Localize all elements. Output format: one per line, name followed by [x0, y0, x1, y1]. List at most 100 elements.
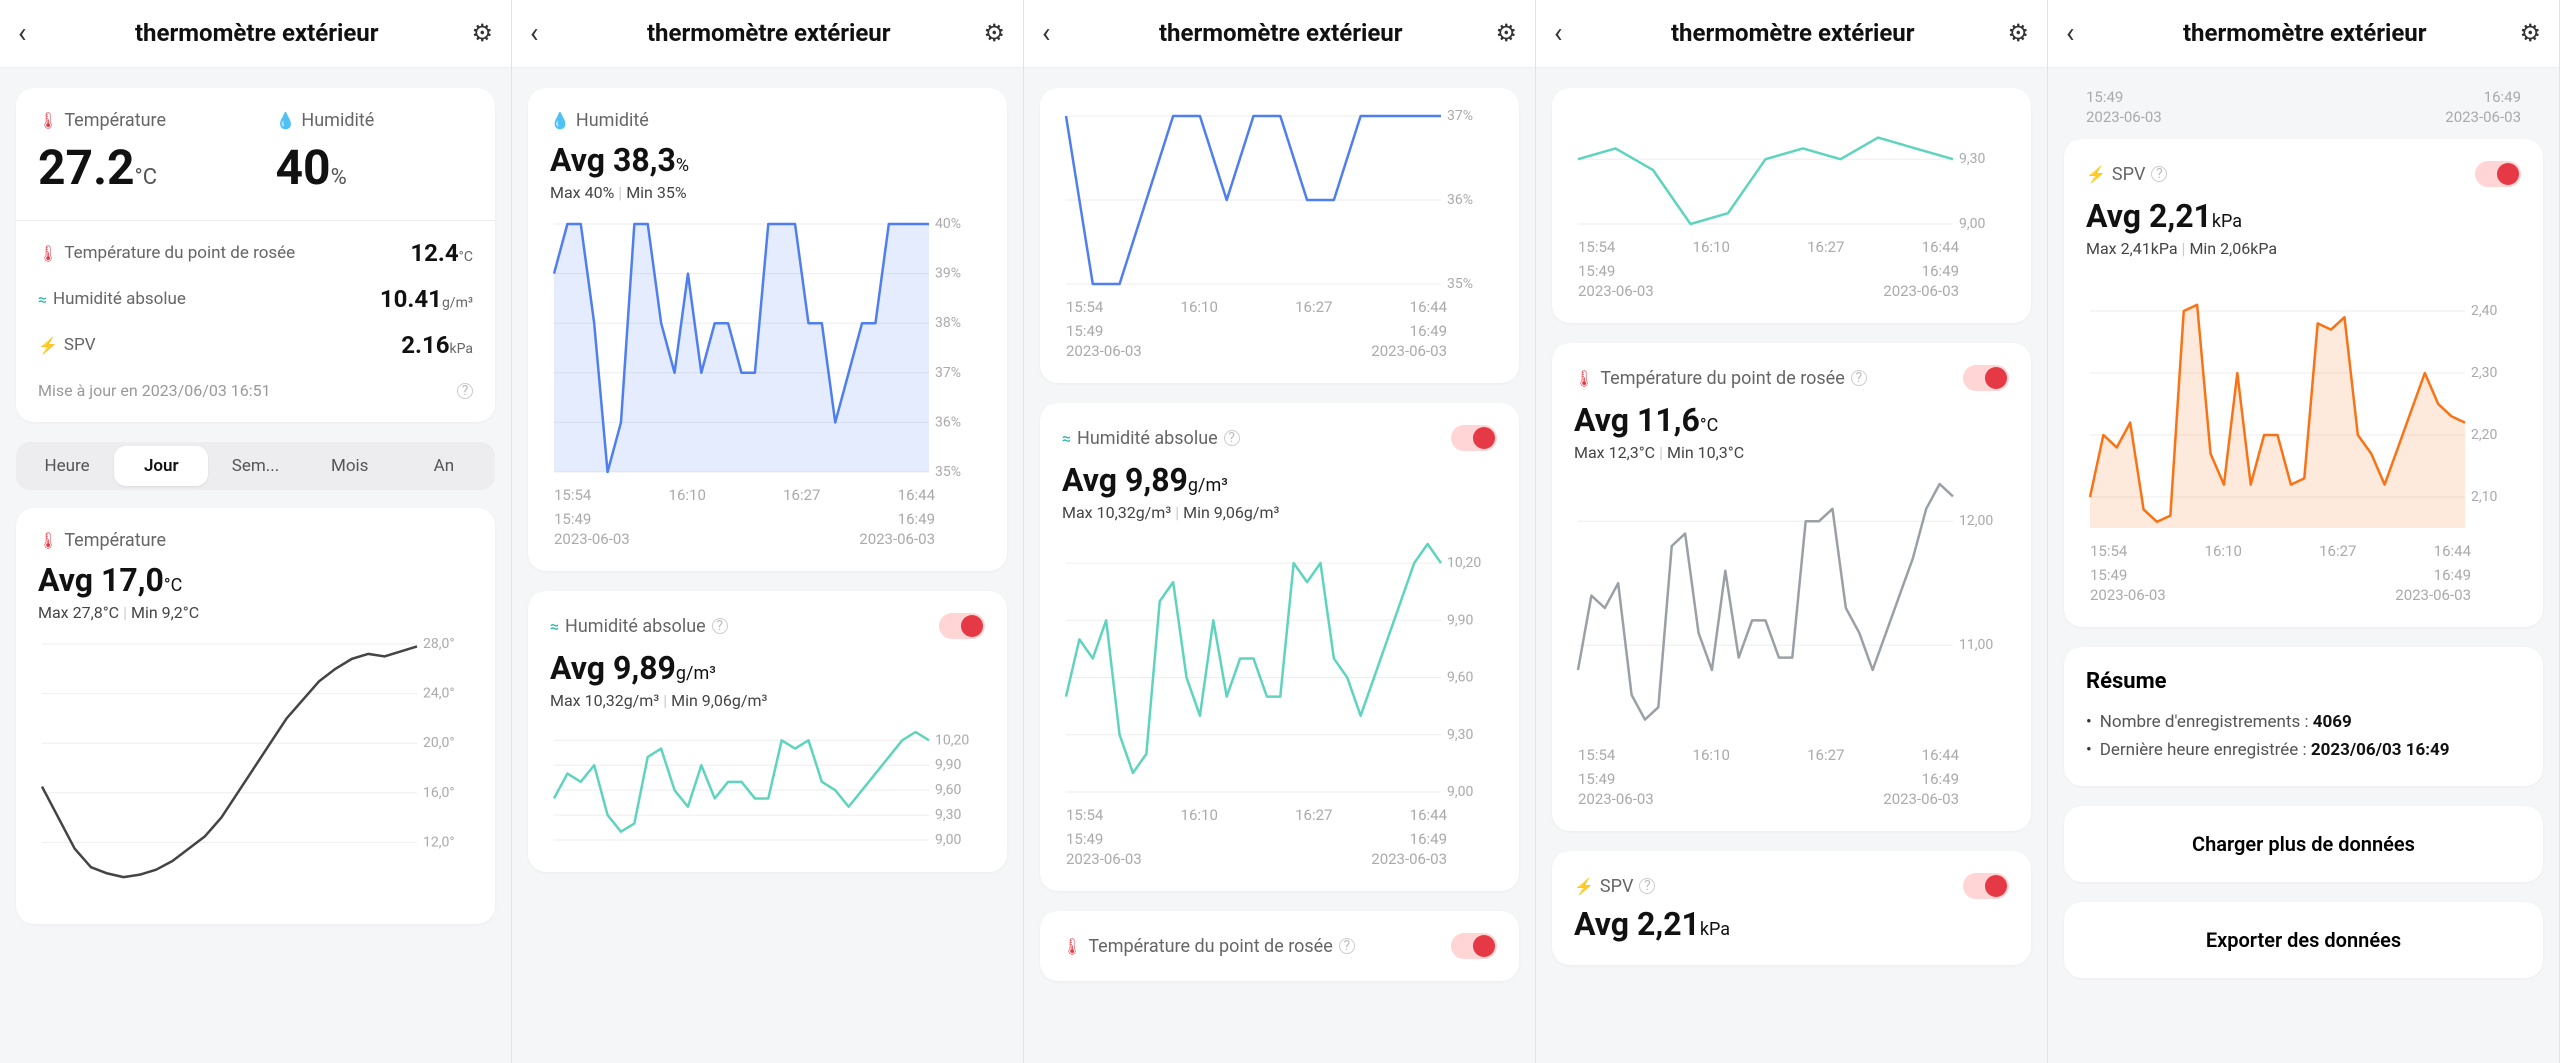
abs-humid-card: ≈Humidité absolue ? Avg 9,89g/m³ Max 10,… — [1040, 403, 1519, 891]
tab-hour[interactable]: Heure — [20, 446, 114, 486]
svg-text:37%: 37% — [1447, 110, 1473, 124]
panel-4: ‹ thermomètre extérieur ⚙ 9,309,00 15:54… — [1536, 0, 2048, 1063]
abs-humid-toggle[interactable] — [939, 613, 985, 639]
info-icon[interactable]: ? — [457, 383, 473, 399]
dewpoint-icon: 🌡 — [38, 244, 58, 263]
svg-text:12,00: 12,00 — [1959, 513, 1993, 529]
svg-text:9,30: 9,30 — [935, 807, 961, 823]
resume-last: Dernière heure enregistrée : 2023/06/03 … — [2086, 736, 2521, 764]
thermometer-icon: 🌡 — [38, 111, 58, 130]
humidity-chart: 40%39%38%37%36%35% — [550, 218, 985, 478]
spv-card-head: ⚡SPV ? Avg 2,21kPa — [1552, 851, 2031, 965]
abs-humid-chart-partial: 10,209,909,609,309,00 — [550, 726, 985, 846]
svg-text:16,0°: 16,0° — [423, 785, 455, 801]
svg-text:9,60: 9,60 — [1447, 670, 1473, 686]
page-title: thermomètre extérieur — [42, 19, 471, 47]
settings-icon[interactable]: ⚙ — [2519, 19, 2541, 47]
svg-text:37%: 37% — [935, 365, 961, 381]
tiny-teal-chart: 9,309,00 — [1574, 110, 2009, 230]
panel-5: ‹ thermomètre extérieur ⚙ 15:492023-06-0… — [2048, 0, 2560, 1063]
spv-card: ⚡SPV ? Avg 2,21kPa Max 2,41kPa|Min 2,06k… — [2064, 139, 2543, 627]
settings-icon[interactable]: ⚙ — [2007, 19, 2029, 47]
dew-card-head: 🌡Température du point de rosée ? — [1040, 911, 1519, 981]
abs-humid-toggle[interactable] — [1451, 425, 1497, 451]
tab-day[interactable]: Jour — [114, 446, 208, 486]
spv-toggle[interactable] — [1963, 873, 2009, 899]
info-icon[interactable]: ? — [1851, 370, 1867, 386]
svg-text:11,00: 11,00 — [1959, 637, 1993, 653]
range-tabs: Heure Jour Sem... Mois An — [16, 442, 495, 490]
panel-2: ‹ thermomètre extérieur ⚙ 💧Humidité Avg … — [512, 0, 1024, 1063]
tab-month[interactable]: Mois — [303, 446, 397, 486]
panel-3: ‹ thermomètre extérieur ⚙ 37%36%35% 15:5… — [1024, 0, 1536, 1063]
export-button[interactable]: Exporter des données — [2064, 902, 2543, 978]
svg-text:9,90: 9,90 — [1447, 612, 1473, 628]
updated-text: Mise à jour en 2023/06/03 16:51 — [38, 381, 271, 400]
abs-humid-card: ≈Humidité absolue ? Avg 9,89g/m³ Max 10,… — [528, 591, 1007, 872]
dewpoint-icon: 🌡 — [1574, 369, 1594, 388]
dew-toggle[interactable] — [1451, 933, 1497, 959]
load-more-button[interactable]: Charger plus de données — [2064, 806, 2543, 882]
info-icon[interactable]: ? — [1224, 430, 1240, 446]
droplet-icon: 💧 — [550, 111, 570, 130]
svg-text:2,20: 2,20 — [2471, 427, 2497, 443]
abs-humid-chart: 10,20 9,90 9,60 9,30 9,00 — [1062, 538, 1497, 798]
settings-icon[interactable]: ⚙ — [471, 19, 493, 47]
info-icon[interactable]: ? — [1639, 878, 1655, 894]
abs-humid-icon: ≈ — [550, 617, 559, 636]
svg-text:9,00: 9,00 — [1447, 784, 1473, 798]
svg-text:10,20: 10,20 — [1447, 555, 1481, 571]
svg-text:36%: 36% — [935, 414, 961, 430]
svg-text:20,0°: 20,0° — [423, 735, 455, 751]
svg-text:2,40: 2,40 — [2471, 303, 2497, 319]
abs-humid-icon: ≈ — [38, 290, 47, 309]
svg-text:35%: 35% — [1447, 276, 1473, 290]
temp-label: Température — [64, 110, 166, 131]
temp-chart-card: 🌡Température Avg 17,0°C Max 27,8°C|Min 9… — [16, 508, 495, 924]
tiny-teal-card: 9,309,00 15:5416:1016:2716:44 15:492023-… — [1552, 88, 2031, 323]
back-button[interactable]: ‹ — [2066, 16, 2090, 49]
back-button[interactable]: ‹ — [18, 16, 42, 49]
spv-icon: ⚡ — [38, 336, 58, 355]
tab-year[interactable]: An — [397, 446, 491, 486]
resume-card: Résume Nombre d'enregistrements : 4069 D… — [2064, 647, 2543, 786]
info-icon[interactable]: ? — [1339, 938, 1355, 954]
back-button[interactable]: ‹ — [530, 16, 554, 49]
info-icon[interactable]: ? — [2151, 166, 2167, 182]
svg-text:28,0°: 28,0° — [423, 638, 455, 652]
tab-week[interactable]: Sem... — [208, 446, 302, 486]
svg-text:9,00: 9,00 — [935, 832, 961, 846]
abs-humid-icon: ≈ — [1062, 429, 1071, 448]
dewpoint-icon: 🌡 — [1062, 937, 1082, 956]
thermometer-icon: 🌡 — [38, 531, 58, 550]
humid-cont-card: 37%36%35% 15:5416:1016:2716:44 15:492023… — [1040, 88, 1519, 383]
humidity-chart-cont: 37% 36% 35% — [1062, 110, 1497, 290]
dew-chart: 12,00 11,00 — [1574, 478, 2009, 738]
svg-text:2,30: 2,30 — [2471, 365, 2497, 381]
droplet-icon: 💧 — [276, 111, 296, 130]
svg-text:38%: 38% — [935, 315, 961, 331]
humid-value: 40 — [276, 139, 331, 196]
info-icon[interactable]: ? — [712, 618, 728, 634]
spv-icon: ⚡ — [2086, 165, 2106, 184]
settings-icon[interactable]: ⚙ — [983, 19, 1005, 47]
resume-title: Résume — [2086, 669, 2521, 694]
header: ‹ thermomètre extérieur ⚙ — [0, 0, 511, 68]
svg-text:36%: 36% — [1447, 192, 1473, 208]
resume-records: Nombre d'enregistrements : 4069 — [2086, 708, 2521, 736]
humid-chart-card: 💧Humidité Avg 38,3% Max 40%|Min 35% 40%3… — [528, 88, 1007, 571]
svg-text:9,30: 9,30 — [1447, 727, 1473, 743]
temp-chart: 28,0°24,0°20,0°16,0°12,0° — [38, 638, 473, 898]
back-button[interactable]: ‹ — [1554, 16, 1578, 49]
dew-toggle[interactable] — [1963, 365, 2009, 391]
temp-value: 27.2 — [38, 139, 135, 196]
settings-icon[interactable]: ⚙ — [1495, 19, 1517, 47]
svg-text:39%: 39% — [935, 266, 961, 282]
spv-icon: ⚡ — [1574, 877, 1594, 896]
spv-chart: 2,40 2,30 2,20 2,10 — [2086, 274, 2521, 534]
spv-toggle[interactable] — [2475, 161, 2521, 187]
svg-text:2,10: 2,10 — [2471, 489, 2497, 505]
svg-text:9,30: 9,30 — [1959, 151, 1985, 167]
svg-text:35%: 35% — [935, 464, 961, 478]
back-button[interactable]: ‹ — [1042, 16, 1066, 49]
